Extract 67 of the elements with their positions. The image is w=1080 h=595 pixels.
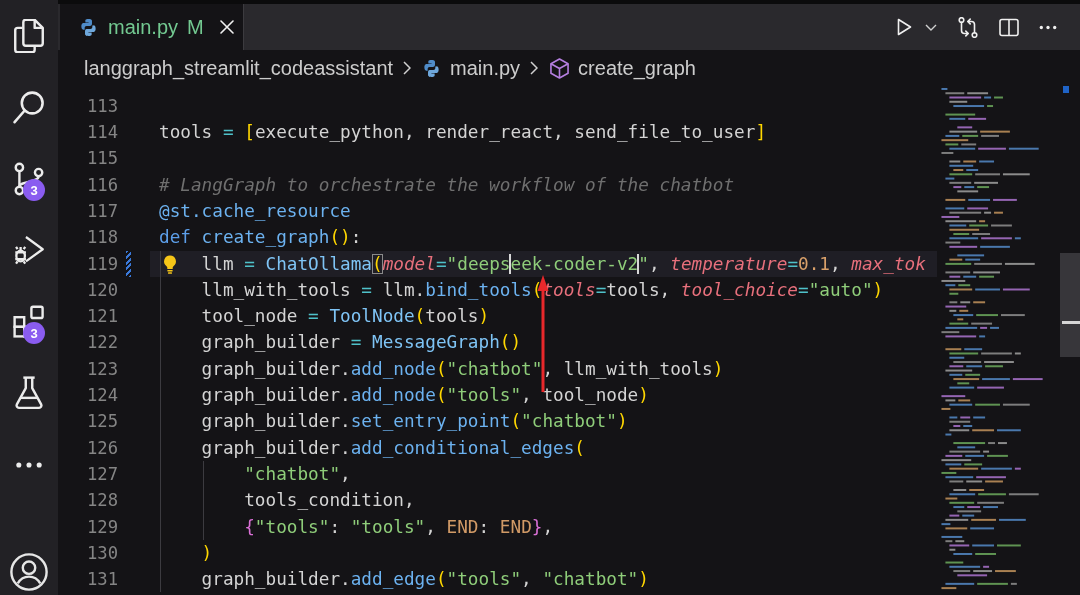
code-line: llm_with_tools = llm.bind_tools(tools=tools, tool_choice="auto") [201, 279, 884, 300]
text-cursor [637, 253, 640, 274]
code-line: graph_builder = MessageGraph() [201, 332, 522, 353]
breadcrumb-item[interactable]: langgraph_streamlit_codeassistant [84, 56, 394, 80]
files-icon[interactable] [13, 18, 45, 53]
account-icon[interactable] [10, 553, 48, 591]
line-number: 116 [85, 173, 118, 197]
ellipsis-icon[interactable] [1038, 24, 1058, 30]
overview-marker-icon [1063, 86, 1069, 93]
code-line: graph_builder.add_edge("tools", "chatbot") [201, 569, 649, 590]
code-line: @st.cache_resource [159, 201, 351, 221]
code-line: tools = [execute_python, render_react, send_file_to_user] [159, 122, 767, 143]
line-number: 128 [85, 489, 118, 513]
close-icon[interactable] [219, 20, 234, 34]
code-line: graph_builder.add_node("chatbot", llm_with_tools) [201, 358, 724, 379]
branch-icon[interactable] [13, 161, 45, 196]
line-number: 126 [85, 436, 118, 460]
code-line: {"tools": "tools", END: END}, [244, 516, 554, 537]
line-number: 115 [85, 147, 118, 171]
overview-marker-icon [1062, 321, 1080, 324]
code-line: graph_builder.set_entry_point("chatbot") [201, 411, 628, 432]
code-line: tool_node = ToolNode(tools) [201, 306, 490, 327]
notification-count: 3 [23, 179, 45, 201]
code-line: # LangGraph to orchestrate the workflow of the chatbot [159, 174, 735, 195]
code-line: graph_builder.add_node("tools", tool_node) [201, 385, 649, 406]
line-number: 114 [85, 121, 118, 145]
line-number: 121 [85, 305, 118, 329]
scrollbar-thumb[interactable] [1060, 253, 1080, 357]
chevron-right-icon [403, 61, 412, 75]
code-line: "chatbot", [244, 463, 351, 484]
ellipsis-icon[interactable] [15, 460, 43, 469]
line-number: 130 [85, 541, 118, 565]
code-line: graph_builder.add_conditional_edges( [201, 437, 585, 458]
python-icon [423, 59, 441, 77]
text-cursor [509, 253, 512, 274]
line-number: 120 [85, 278, 118, 302]
python-icon [80, 18, 97, 36]
split-panel-icon[interactable] [999, 16, 1019, 38]
line-number: 119 [85, 252, 118, 276]
line-number: 122 [85, 331, 118, 355]
line-number: 117 [85, 200, 118, 223]
line-number: 113 [85, 94, 118, 118]
line-number: 127 [85, 462, 118, 486]
line-number: 123 [85, 357, 118, 381]
flask-icon[interactable] [13, 376, 45, 411]
play-icon[interactable] [897, 18, 912, 36]
lightbulb-icon[interactable] [162, 254, 178, 274]
line-number: 131 [85, 568, 118, 592]
line-number: 129 [85, 515, 118, 539]
search-icon[interactable] [13, 90, 45, 125]
chevron-down-icon[interactable] [925, 23, 937, 31]
blocks-icon[interactable] [13, 304, 45, 339]
breadcrumb-item[interactable]: main.py [450, 56, 521, 80]
notification-count: 3 [23, 322, 45, 344]
editor-tab[interactable]: main.py M [60, 4, 244, 50]
compare-arrows-icon[interactable] [958, 16, 978, 38]
line-number: 118 [85, 226, 118, 250]
cube-icon [550, 57, 570, 79]
chevron-right-icon [530, 61, 539, 75]
code-line: ) [201, 542, 213, 563]
code-line: tools_condition, [244, 490, 415, 511]
line-number: 125 [85, 410, 118, 434]
code-line: def create_graph(): [159, 227, 362, 248]
breadcrumb-item[interactable]: create_graph [578, 56, 696, 80]
code-line: llm = ChatOllama(model="deepseek-coder-v2", temperature=0.1, max_tok [201, 253, 926, 274]
line-number: 124 [85, 384, 118, 408]
modified-status: M [187, 15, 204, 39]
